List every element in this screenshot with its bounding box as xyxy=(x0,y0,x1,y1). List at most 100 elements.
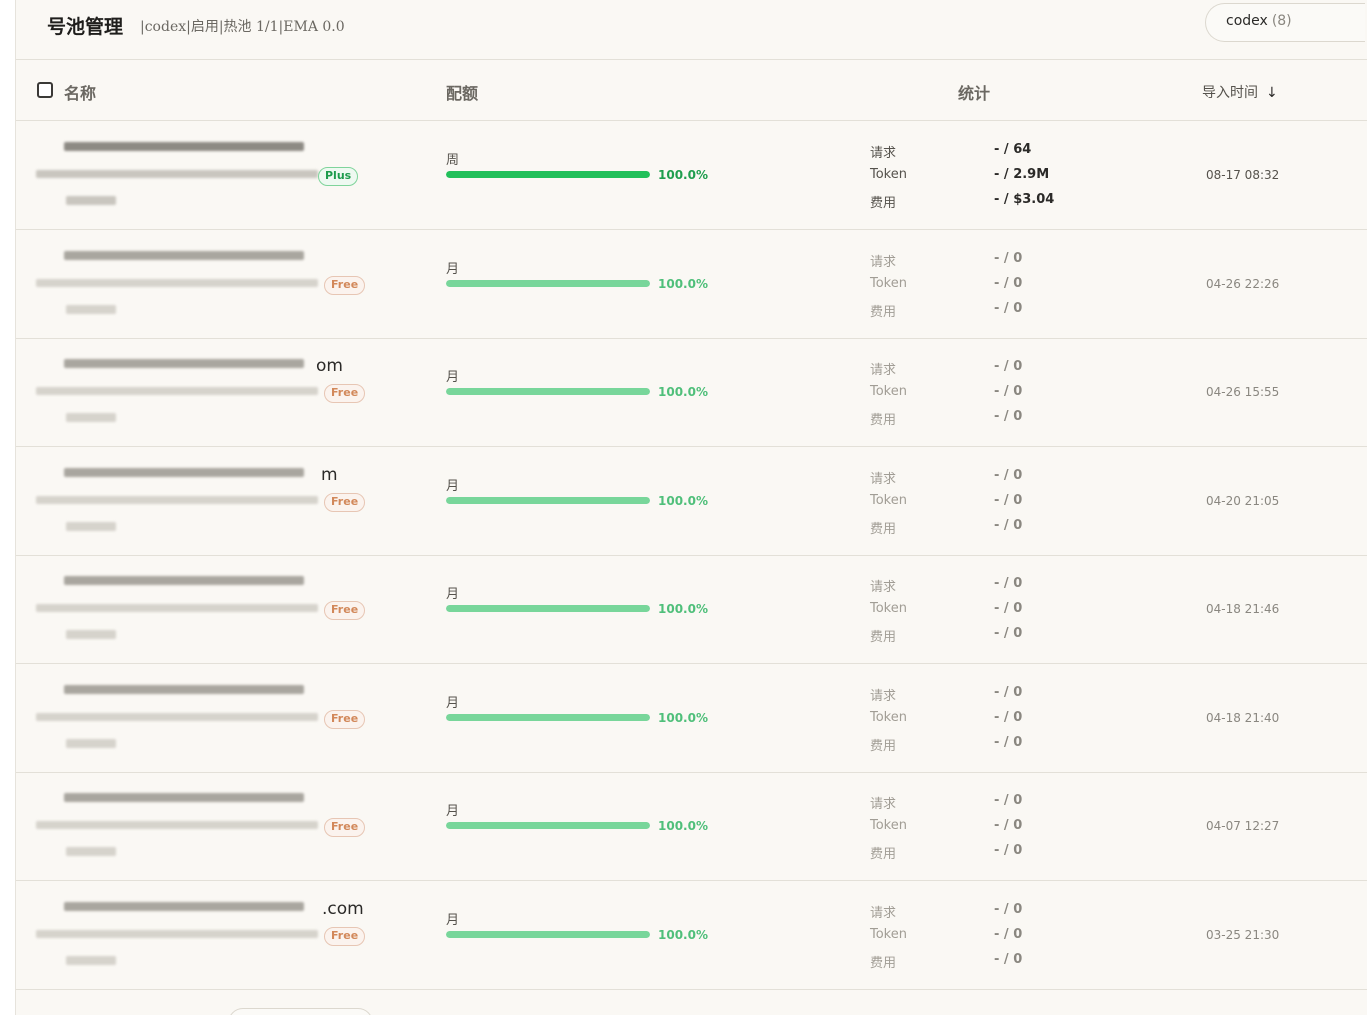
quota-progress-bar xyxy=(446,822,650,829)
stat-value-requests: - / 64 xyxy=(994,142,1032,157)
plan-badge: Free xyxy=(324,710,366,729)
stat-value-token: - / 0 xyxy=(994,601,1023,616)
stat-value-cost: - / 0 xyxy=(994,735,1023,750)
stat-label-requests: 请求 xyxy=(870,906,897,921)
import-time: 04-18 21:40 xyxy=(1206,711,1280,725)
quota-period: 月 xyxy=(446,587,460,602)
plan-badge: Free xyxy=(324,927,366,946)
quota-progress-fill xyxy=(446,714,650,721)
stat-label-requests: 请求 xyxy=(870,363,897,378)
quota-percent: 100.0% xyxy=(658,494,708,508)
stat-label-requests: 请求 xyxy=(870,472,897,487)
quota-progress-fill xyxy=(446,497,650,504)
quota-period: 月 xyxy=(446,370,460,385)
import-time: 04-07 12:27 xyxy=(1206,819,1280,833)
provider-select-value: codex xyxy=(1226,13,1268,29)
stat-label-requests: 请求 xyxy=(870,255,897,270)
stat-label-token: Token xyxy=(870,710,907,725)
stat-value-requests: - / 0 xyxy=(994,251,1023,266)
account-name-redacted xyxy=(64,251,304,260)
quota-progress-bar xyxy=(446,388,650,395)
stat-value-token: - / 0 xyxy=(994,493,1023,508)
stat-value-token: - / 0 xyxy=(994,276,1023,291)
quota-progress-bar xyxy=(446,171,650,178)
import-time: 03-25 21:30 xyxy=(1206,928,1280,942)
table-row[interactable]: Plus 周 100.0% 请求 - / 64 Token - / 2.9M 费用 - / $3… xyxy=(16,121,1367,230)
table-row[interactable]: Free 月 100.0% 请求 - / 0 Token - / 0 费用 - / 0 04-18… xyxy=(16,664,1367,773)
stat-label-cost: 费用 xyxy=(870,956,897,971)
quota-progress-fill xyxy=(446,931,650,938)
stat-label-requests: 请求 xyxy=(870,580,897,595)
stat-value-requests: - / 0 xyxy=(994,359,1023,374)
quota-progress-fill xyxy=(446,605,650,612)
stat-value-cost: - / 0 xyxy=(994,843,1023,858)
table-row[interactable]: om Free 月 100.0% 请求 - / 0 Token - / 0 费用 - / 0 04-… xyxy=(16,338,1367,447)
stat-value-cost: - / 0 xyxy=(994,409,1023,424)
plan-badge: Plus xyxy=(318,167,359,186)
stat-label-token: Token xyxy=(870,167,907,182)
provider-select-count: (8) xyxy=(1271,13,1292,29)
page-subtitle: |codex|启用|热池 1/1|EMA 0.0 xyxy=(140,19,345,35)
plan-badge: Free xyxy=(324,601,366,620)
stat-value-cost: - / 0 xyxy=(994,301,1023,316)
table-row[interactable]: .com Free 月 100.0% 请求 - / 0 Token - / 0 费用 - / 0 0… xyxy=(16,881,1367,990)
quota-period: 月 xyxy=(446,262,460,277)
account-detail-redacted xyxy=(36,279,318,287)
stat-value-requests: - / 0 xyxy=(994,793,1023,808)
quota-percent: 100.0% xyxy=(658,385,708,399)
quota-period: 月 xyxy=(446,479,460,494)
stat-value-requests: - / 0 xyxy=(994,902,1023,917)
account-detail-redacted xyxy=(66,305,116,314)
account-name-redacted xyxy=(64,685,304,694)
account-detail-redacted xyxy=(66,196,116,205)
column-quota: 配额 xyxy=(446,84,479,103)
column-import-time[interactable]: 导入时间 ↓ xyxy=(1202,82,1278,102)
import-time: 04-18 21:46 xyxy=(1206,602,1280,616)
stat-label-cost: 费用 xyxy=(870,305,897,320)
select-all-checkbox[interactable] xyxy=(37,82,53,98)
stat-label-cost: 费用 xyxy=(870,196,897,211)
quota-period: 月 xyxy=(446,913,460,928)
column-name[interactable]: 名称 xyxy=(64,80,96,104)
account-name-redacted xyxy=(64,576,304,585)
table-row[interactable]: Free 月 100.0% 请求 - / 0 Token - / 0 费用 - / 0 04-07… xyxy=(16,772,1367,881)
quota-progress-bar xyxy=(446,931,650,938)
account-detail-redacted xyxy=(66,847,116,856)
stat-value-token: - / 2.9M xyxy=(994,167,1050,182)
import-time: 04-26 15:55 xyxy=(1206,385,1280,399)
account-name-redacted xyxy=(64,793,304,802)
table-row[interactable]: m Free 月 100.0% 请求 - / 0 Token - / 0 费用 - / 0 04-2… xyxy=(16,447,1367,556)
quota-percent: 100.0% xyxy=(658,819,708,833)
quota-percent: 100.0% xyxy=(658,168,708,182)
stat-label-token: Token xyxy=(870,927,907,942)
stat-value-token: - / 0 xyxy=(994,927,1023,942)
provider-select[interactable]: codex (8) xyxy=(1205,3,1365,42)
stat-label-token: Token xyxy=(870,276,907,291)
account-name-suffix: m xyxy=(321,465,338,485)
column-import-time-label: 导入时间 xyxy=(1202,85,1258,101)
stat-value-cost: - / 0 xyxy=(994,952,1023,967)
account-detail-redacted xyxy=(36,930,318,938)
quota-progress-fill xyxy=(446,822,650,829)
account-detail-redacted xyxy=(66,956,116,965)
account-detail-redacted xyxy=(36,713,318,721)
page-title: 号池管理 xyxy=(47,16,124,38)
plan-badge: Free xyxy=(324,818,366,837)
account-name-redacted xyxy=(64,359,304,368)
stat-value-token: - / 0 xyxy=(994,710,1023,725)
import-time: 04-26 22:26 xyxy=(1206,277,1280,291)
account-name-redacted xyxy=(64,142,304,151)
import-time: 08-17 08:32 xyxy=(1206,168,1280,182)
quota-period: 月 xyxy=(446,696,460,711)
quota-percent: 100.0% xyxy=(658,711,708,725)
table-row[interactable]: Free 月 100.0% 请求 - / 0 Token - / 0 费用 - / 0 04-26… xyxy=(16,230,1367,339)
quota-percent: 100.0% xyxy=(658,277,708,291)
stat-label-cost: 费用 xyxy=(870,413,897,428)
quota-period: 周 xyxy=(446,153,460,168)
stat-label-cost: 费用 xyxy=(870,739,897,754)
table-row[interactable]: Free 月 100.0% 请求 - / 0 Token - / 0 费用 - / 0 04-18… xyxy=(16,555,1367,664)
pagination-control[interactable] xyxy=(228,1008,373,1015)
sort-desc-arrow-icon: ↓ xyxy=(1266,85,1278,101)
table-header: 名称 配额 统计 导入时间 ↓ xyxy=(16,60,1367,121)
account-detail-redacted xyxy=(66,522,116,531)
